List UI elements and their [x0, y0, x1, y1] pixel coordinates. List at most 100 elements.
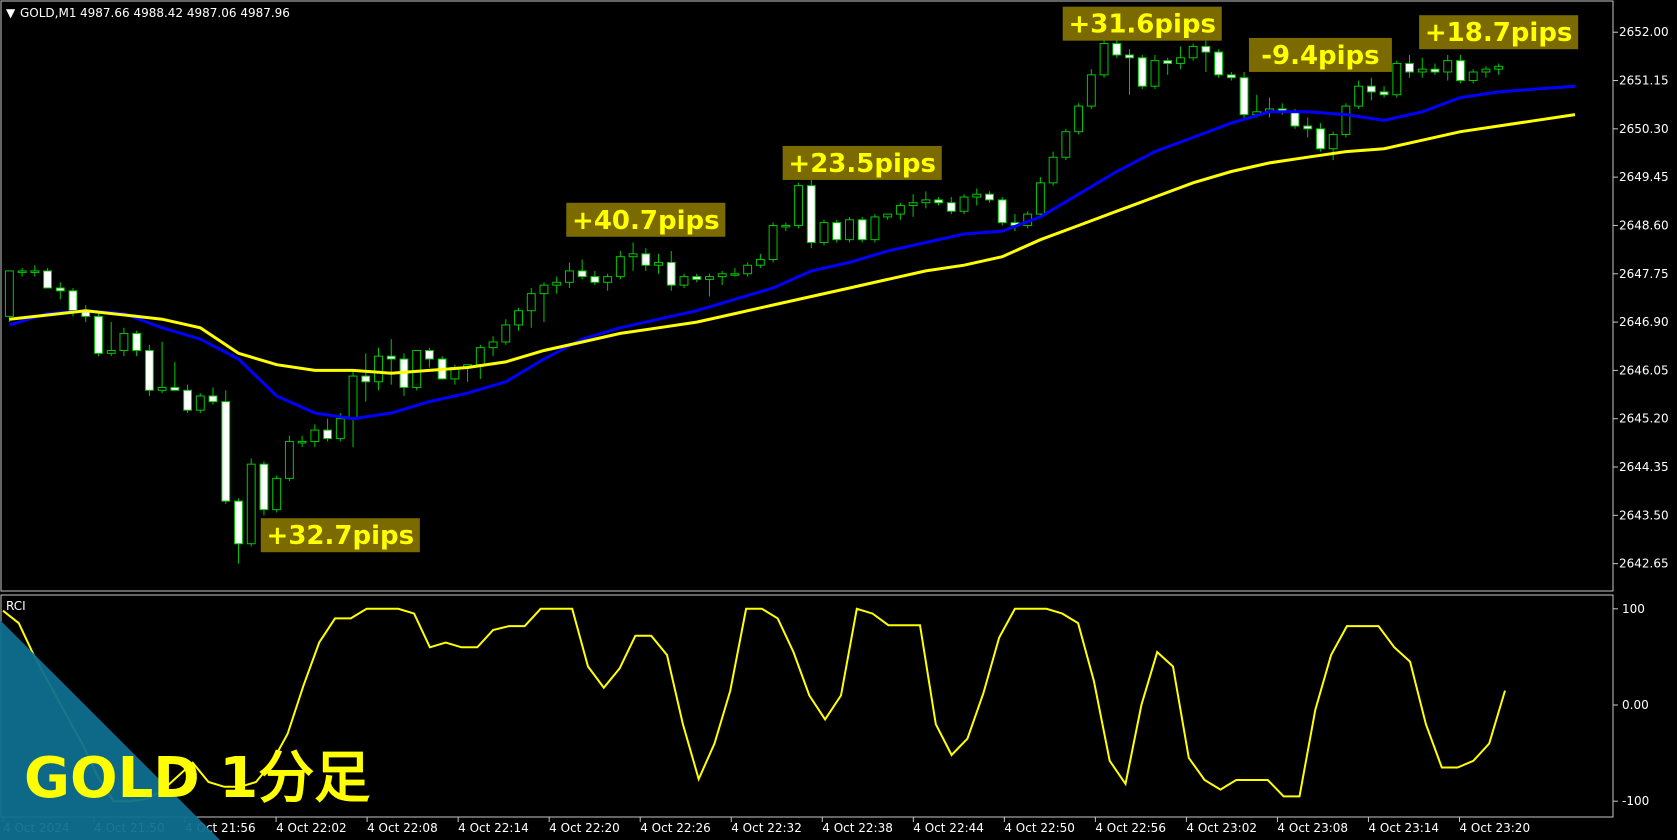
bull-candle — [348, 375, 358, 420]
bear-candle — [1456, 60, 1465, 82]
bull-candle — [1086, 74, 1096, 107]
bear-candle — [208, 395, 218, 403]
bull-candle — [501, 324, 511, 343]
time-tick-label: 4 Oct 22:50 — [1004, 821, 1075, 835]
bear-candle — [577, 270, 587, 278]
bull-candle — [819, 222, 829, 244]
bull-candle — [564, 270, 574, 283]
bear-candle — [1214, 51, 1224, 76]
bull-candle — [1175, 57, 1185, 64]
bull-candle — [730, 273, 740, 276]
time-tick-label: 4 Oct 22:08 — [367, 821, 438, 835]
bull-candle — [488, 341, 498, 349]
price-tick-label: 2648.60 — [1619, 218, 1669, 232]
rci-tick-label: -100 — [1622, 794, 1649, 808]
bear-candle — [144, 349, 154, 391]
bull-candle — [1468, 71, 1478, 82]
bull-candle — [1341, 105, 1351, 136]
bull-candle — [1494, 65, 1504, 70]
price-tick-label: 2647.75 — [1619, 267, 1669, 281]
bear-candle — [832, 222, 842, 241]
bear-candle — [323, 429, 333, 440]
price-tick-label: 2651.15 — [1619, 74, 1669, 88]
bull-candle — [539, 284, 549, 295]
bear-candle — [666, 261, 676, 286]
bull-candle — [310, 429, 320, 442]
bull-candle — [17, 270, 27, 273]
bull-candle — [870, 216, 880, 241]
bear-candle — [1163, 60, 1173, 64]
price-tick-label: 2650.30 — [1619, 122, 1669, 136]
bull-candle — [755, 259, 765, 266]
price-tick-label: 2649.45 — [1619, 170, 1669, 184]
bull-candle — [908, 202, 918, 207]
time-tick-label: 4 Oct 23:02 — [1186, 821, 1257, 835]
bear-candle — [857, 219, 867, 241]
bear-candle — [985, 193, 994, 201]
bear-candle — [806, 185, 816, 244]
bull-candle — [1354, 85, 1364, 107]
bull-candle — [1443, 60, 1453, 73]
bull-candle — [603, 276, 613, 283]
annotation-label: +18.7pips — [1425, 18, 1573, 48]
bull-candle — [1048, 156, 1058, 184]
bear-candle — [1405, 62, 1414, 73]
bull-candle — [335, 418, 345, 440]
bull-candle — [412, 349, 422, 388]
rci-tick-label: 0.00 — [1622, 698, 1649, 712]
annotation-label: -9.4pips — [1261, 41, 1379, 71]
bull-candle — [959, 196, 969, 212]
annotation-label: +40.7pips — [572, 206, 720, 236]
bear-candle — [997, 199, 1007, 224]
bull-candle — [106, 349, 116, 354]
bear-candle — [386, 355, 396, 360]
bull-candle — [1150, 60, 1160, 87]
bear-candle — [1290, 111, 1300, 127]
bear-candle — [1226, 74, 1236, 79]
bear-candle — [234, 500, 243, 545]
bull-candle — [1061, 131, 1071, 158]
caption-text: GOLD 1分足 — [24, 746, 370, 811]
price-axis: 2652.00 2651.15 2650.30 2649.45 2648.60 2647.… — [1613, 25, 1669, 571]
bear-candle — [1137, 57, 1147, 87]
chart-header-symbol: GOLD,M1 — [20, 6, 76, 20]
bull-candle — [552, 281, 562, 286]
rci-panel-title: RCI — [6, 599, 26, 613]
bull-candle — [30, 270, 40, 273]
rci-axis: 100 0.00 -100 — [1613, 602, 1649, 808]
bear-candle — [55, 287, 65, 292]
price-tick-label: 2646.90 — [1619, 315, 1669, 329]
bull-candle — [374, 355, 383, 383]
ma-fast-line — [8, 84, 1576, 421]
time-axis: 4 Oct 20244 Oct 21:504 Oct 21:564 Oct 22… — [2, 817, 1530, 835]
time-tick-label: 4 Oct 22:38 — [822, 821, 893, 835]
bull-candle — [526, 293, 536, 312]
bear-candle — [259, 463, 269, 511]
bull-candle — [705, 276, 714, 280]
time-tick-label: 4 Oct 22:32 — [731, 821, 802, 835]
bull-candle — [1328, 134, 1338, 150]
bull-candle — [1099, 43, 1109, 76]
bull-candle — [679, 276, 689, 286]
bull-candle — [272, 477, 282, 511]
time-tick-label: 4 Oct 22:56 — [1095, 821, 1166, 835]
annotation-label: +23.5pips — [788, 149, 936, 179]
bear-candle — [43, 270, 52, 289]
annotation-label: +32.7pips — [267, 521, 415, 551]
time-tick-label: 4 Oct 22:26 — [640, 821, 711, 835]
bull-candle — [717, 273, 727, 278]
bull-candle — [1417, 68, 1427, 73]
price-tick-label: 2645.20 — [1619, 412, 1669, 426]
bull-candle — [895, 205, 905, 215]
chart-header-arrow[interactable]: ▼ — [6, 6, 16, 20]
bull-candle — [743, 264, 753, 275]
bear-candle — [183, 389, 193, 411]
bull-candle — [615, 256, 625, 278]
bear-candle — [221, 401, 231, 502]
bull-candle — [1188, 45, 1198, 59]
bull-candle — [1481, 68, 1491, 73]
annotation-label: +31.6pips — [1068, 10, 1216, 40]
bull-candle — [157, 386, 167, 391]
bull-candle — [514, 310, 523, 326]
rci-tick-label: 100 — [1622, 602, 1645, 616]
